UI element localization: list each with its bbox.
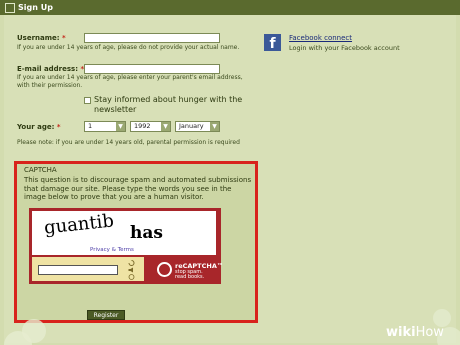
email-help: If you are under 14 years of age, please… (17, 74, 243, 89)
captcha-description: This question is to discourage spam and … (24, 176, 252, 201)
facebook-icon[interactable]: f (264, 34, 281, 52)
age-month-value: January (179, 122, 204, 130)
email-label: E-mail address: * (17, 65, 85, 73)
captcha-word-2: has (130, 223, 163, 243)
wikihow-watermark: wikiHow (386, 325, 444, 340)
facebook-connect-link[interactable]: Facebook connect (289, 34, 352, 42)
username-help: If you are under 14 years of age, please… (17, 44, 240, 51)
email-input[interactable] (84, 64, 220, 74)
newsletter-checkbox[interactable] (84, 97, 91, 104)
age-month-select[interactable]: January ▼ (175, 121, 220, 132)
window-icon (5, 3, 15, 13)
recaptcha-brand: reCAPTCHA™ stop spam. read books. (157, 260, 223, 280)
required-marker: * (56, 123, 61, 131)
age-day-select[interactable]: 1 ▼ (84, 121, 126, 132)
window-title: Sign Up (18, 3, 53, 12)
chevron-down-icon: ▼ (210, 122, 219, 131)
audio-icon[interactable] (128, 267, 135, 273)
refresh-icon[interactable] (128, 260, 135, 266)
captcha-controls (32, 257, 144, 281)
help-icon[interactable] (128, 274, 135, 280)
recaptcha-tagline: stop spam. read books. (175, 269, 205, 280)
age-note: Please note: if you are under 14 years o… (17, 139, 240, 146)
captcha-image: guantib has Privacy & Terms (32, 210, 216, 255)
age-year-select[interactable]: 1992 ▼ (130, 121, 171, 132)
newsletter-label: Stay informed about hunger with the news… (94, 95, 243, 114)
chevron-down-icon: ▼ (161, 122, 170, 131)
captcha-response-input[interactable] (38, 265, 118, 275)
required-marker: * (62, 34, 66, 42)
age-day-value: 1 (88, 122, 93, 130)
username-label: Username: * (17, 34, 66, 42)
captcha-word-1: guantib (43, 210, 115, 239)
decorative-shape (4, 319, 46, 345)
captcha-section: CAPTCHA This question is to discourage s… (14, 161, 258, 323)
recaptcha-widget: guantib has Privacy & Terms reCAPTCHA™ s… (29, 208, 223, 284)
facebook-description: Login with your Facebook account (289, 44, 400, 52)
register-button[interactable]: Register (87, 310, 125, 320)
privacy-terms-link[interactable]: Privacy & Terms (90, 247, 134, 253)
age-label: Your age: * (17, 123, 61, 131)
age-year-value: 1992 (134, 122, 151, 130)
window-titlebar: Sign Up (0, 0, 460, 15)
chevron-down-icon: ▼ (116, 122, 125, 131)
username-input[interactable] (84, 33, 220, 43)
captcha-heading: CAPTCHA (24, 166, 57, 174)
recaptcha-logo-icon (157, 262, 172, 277)
